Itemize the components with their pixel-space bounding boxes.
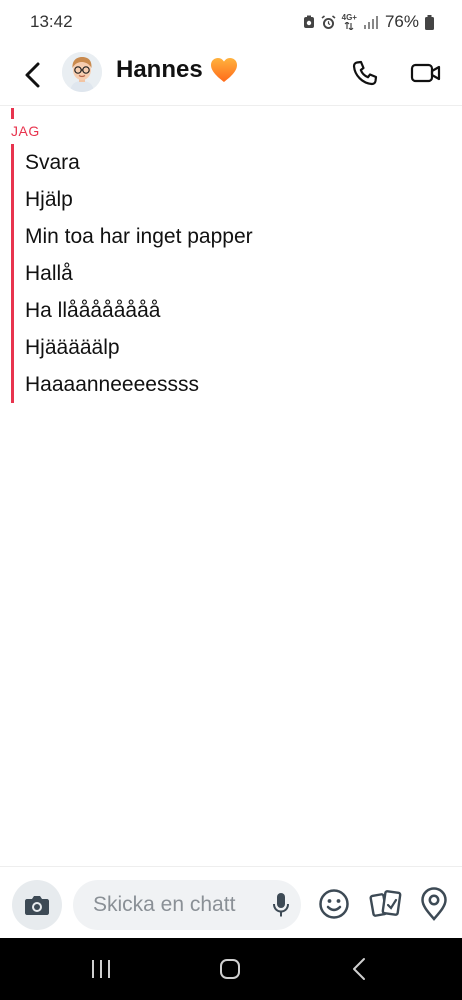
input-bar: Skicka en chatt [0, 866, 462, 938]
alarm-icon [321, 14, 336, 30]
message-group: Svara Hjälp Min toa har inget papper Hal… [11, 144, 451, 403]
orange-heart-icon [210, 58, 237, 82]
status-time: 13:42 [30, 12, 73, 31]
network-icon: 4G+ [342, 14, 357, 30]
contact-name-label: Hannes [116, 56, 203, 83]
avatar[interactable] [62, 52, 102, 92]
video-call-button[interactable] [408, 56, 444, 90]
contact-name[interactable]: Hannes [116, 56, 239, 84]
screenshot-icon [303, 15, 315, 29]
battery-percent: 76% [384, 12, 419, 31]
message[interactable]: Haaaanneeeessss [25, 366, 451, 403]
stickers-button[interactable] [368, 887, 404, 921]
location-button[interactable] [418, 886, 450, 922]
recent-apps-button[interactable] [88, 958, 114, 980]
system-nav-bar [0, 938, 462, 1000]
location-icon [421, 887, 447, 921]
emoji-icon [319, 889, 349, 919]
call-button[interactable] [348, 56, 382, 90]
recent-apps-icon [92, 960, 110, 978]
video-icon [410, 63, 441, 83]
chat-header: Hannes [0, 44, 462, 106]
home-button[interactable] [218, 957, 242, 981]
status-icons: 4G+ 76% [303, 12, 434, 32]
camera-button[interactable] [12, 880, 62, 930]
back-icon [25, 62, 40, 88]
signal-icon [363, 15, 379, 29]
back-button[interactable] [18, 58, 46, 92]
camera-icon [25, 896, 49, 915]
message[interactable]: Svara [25, 144, 451, 181]
emoji-button[interactable] [317, 887, 351, 921]
chat-area: JAG Svara Hjälp Min toa har inget papper… [0, 106, 462, 866]
message[interactable]: Min toa har inget papper [25, 218, 451, 255]
battery-icon [425, 14, 434, 30]
chat-input-placeholder: Skicka en chatt [93, 893, 236, 916]
message[interactable]: Hjääääälp [25, 329, 451, 366]
status-bar: 13:42 4G+ 76% [0, 0, 462, 44]
mic-icon [273, 893, 289, 917]
home-icon [220, 959, 240, 979]
message[interactable]: Ha llåååååååå [25, 292, 451, 329]
nav-back-icon [353, 958, 365, 980]
nav-back-button[interactable] [348, 956, 372, 982]
message[interactable]: Hallå [25, 255, 451, 292]
message[interactable]: Hjälp [25, 181, 451, 218]
phone-icon [352, 60, 378, 86]
previous-message-marker [11, 108, 14, 119]
mic-button[interactable] [266, 890, 296, 920]
stickers-icon [369, 890, 402, 917]
sender-label: JAG [11, 123, 40, 139]
